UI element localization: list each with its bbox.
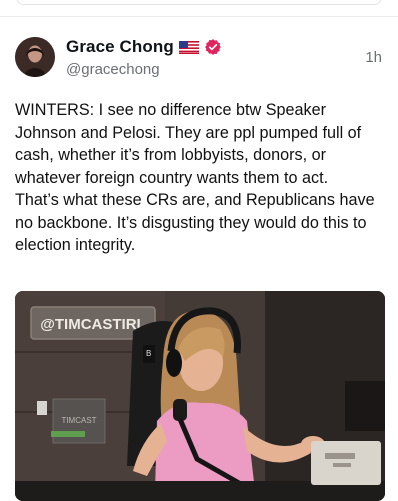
post-card[interactable]: Grace Chong @gracechong 1h WINTERS: I se… <box>0 16 398 501</box>
verified-badge-icon <box>204 39 221 55</box>
video-still-image: @TIMCASTIRL TIMCAST B <box>15 291 385 501</box>
post-video-thumbnail[interactable]: @TIMCASTIRL TIMCAST B <box>15 291 385 501</box>
author-display-name[interactable]: Grace Chong <box>66 37 174 57</box>
post-timestamp[interactable]: 1h <box>365 49 382 66</box>
post-text: WINTERS: I see no difference btw Speaker… <box>15 101 375 254</box>
us-flag-icon <box>178 40 199 54</box>
box-text: TIMCAST <box>61 416 96 425</box>
avatar-image <box>15 37 55 77</box>
sign-text: @TIMCASTIRL <box>40 316 145 333</box>
author-handle[interactable]: @gracechong <box>66 61 160 78</box>
avatar[interactable] <box>15 37 55 77</box>
svg-text:B: B <box>146 349 151 358</box>
previous-card-edge <box>16 0 382 5</box>
author-row: Grace Chong <box>66 37 222 57</box>
